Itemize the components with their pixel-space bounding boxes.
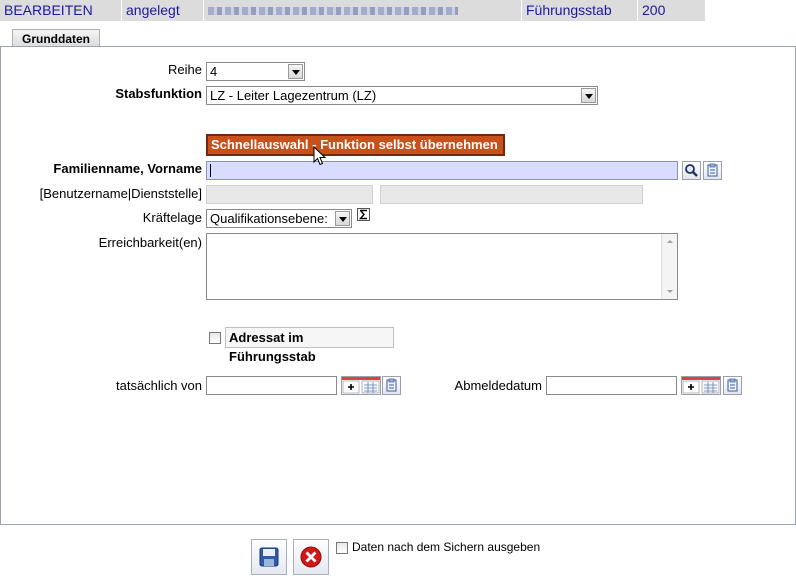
redacted-text — [208, 7, 458, 15]
mouse-cursor-icon — [313, 146, 327, 166]
eraser-icon — [707, 163, 718, 177]
chevron-down-icon[interactable] — [288, 64, 303, 79]
user-office-label: [Benutzername|Dienststelle] — [39, 186, 202, 201]
date-picker-button[interactable] — [341, 376, 381, 395]
kraeftelage-value: Qualifikationsebene: — [210, 211, 328, 226]
reihe-value: 4 — [210, 64, 218, 79]
header-redacted — [204, 0, 522, 21]
calendar-icon — [342, 377, 380, 394]
adressat-checkbox[interactable] — [209, 332, 221, 344]
eraser-icon — [727, 378, 738, 392]
adressat-label[interactable]: Adressat im Führungsstab — [225, 327, 394, 364]
stabsfunktion-label: Stabsfunktion — [115, 86, 202, 101]
clear-date-button[interactable] — [723, 376, 742, 395]
search-icon — [685, 164, 698, 177]
calendar-icon — [682, 377, 720, 394]
scroll-up-icon[interactable] — [663, 236, 677, 246]
eraser-icon — [386, 378, 397, 392]
clear-field-button[interactable] — [703, 161, 722, 180]
stabsfunktion-select[interactable]: LZ - Leiter Lagezentrum (LZ) — [206, 86, 598, 105]
kraeftelage-select[interactable]: Qualifikationsebene: — [206, 209, 352, 228]
header-number-text: 200 — [642, 2, 666, 18]
chevron-down-icon[interactable] — [581, 88, 596, 103]
floppy-disk-icon — [259, 547, 279, 567]
header-status: angelegt — [122, 0, 204, 21]
stabsfunktion-value: LZ - Leiter Lagezentrum (LZ) — [210, 88, 377, 103]
kraeftelage-label: Kräftelage — [142, 210, 202, 225]
username-field — [206, 185, 373, 204]
office-field — [380, 185, 643, 204]
sigma-icon — [358, 209, 367, 220]
red-cancel-icon — [300, 546, 322, 568]
save-button[interactable] — [251, 539, 287, 575]
erreichbarkeit-label: Erreichbarkeit(en) — [98, 235, 202, 250]
cancel-button[interactable] — [293, 539, 329, 575]
header-staff-text: Führungsstab — [526, 2, 612, 18]
tatsaechlich-von-label: tatsächlich von — [116, 378, 202, 393]
header-staff: Führungsstab — [522, 0, 638, 21]
tatsaechlich-von-input[interactable] — [206, 376, 337, 395]
abmeldedatum-label: Abmeldedatum — [454, 378, 542, 393]
tab-grunddaten-label: Grunddaten — [22, 32, 90, 46]
header-mode-text: BEARBEITEN — [4, 2, 93, 18]
erreichbarkeit-textarea[interactable] — [206, 233, 678, 300]
tab-grunddaten[interactable]: Grunddaten — [12, 29, 100, 47]
textarea-scrollbar[interactable] — [661, 234, 677, 299]
chevron-down-icon[interactable] — [335, 211, 350, 226]
clear-date-button[interactable] — [382, 376, 401, 395]
search-button[interactable] — [682, 161, 701, 180]
text-caret — [210, 164, 211, 177]
header-number: 200 — [638, 0, 706, 21]
name-label: Familienname, Vorname — [53, 161, 202, 176]
print-after-save-label[interactable]: Daten nach dem Sichern ausgeben — [352, 540, 540, 554]
print-after-save-checkbox[interactable] — [336, 542, 348, 554]
header-status-text: angelegt — [126, 2, 180, 18]
abmeldedatum-input[interactable] — [546, 376, 677, 395]
quick-select-button[interactable]: Schnellauswahl - Funktion selbst überneh… — [206, 134, 505, 156]
reihe-label: Reihe — [168, 62, 202, 77]
name-input[interactable] — [206, 161, 678, 180]
reihe-select[interactable]: 4 — [206, 62, 305, 81]
date-picker-button[interactable] — [681, 376, 721, 395]
scroll-down-icon[interactable] — [663, 287, 677, 297]
sum-button[interactable] — [357, 208, 370, 221]
header-mode: BEARBEITEN — [0, 0, 122, 21]
